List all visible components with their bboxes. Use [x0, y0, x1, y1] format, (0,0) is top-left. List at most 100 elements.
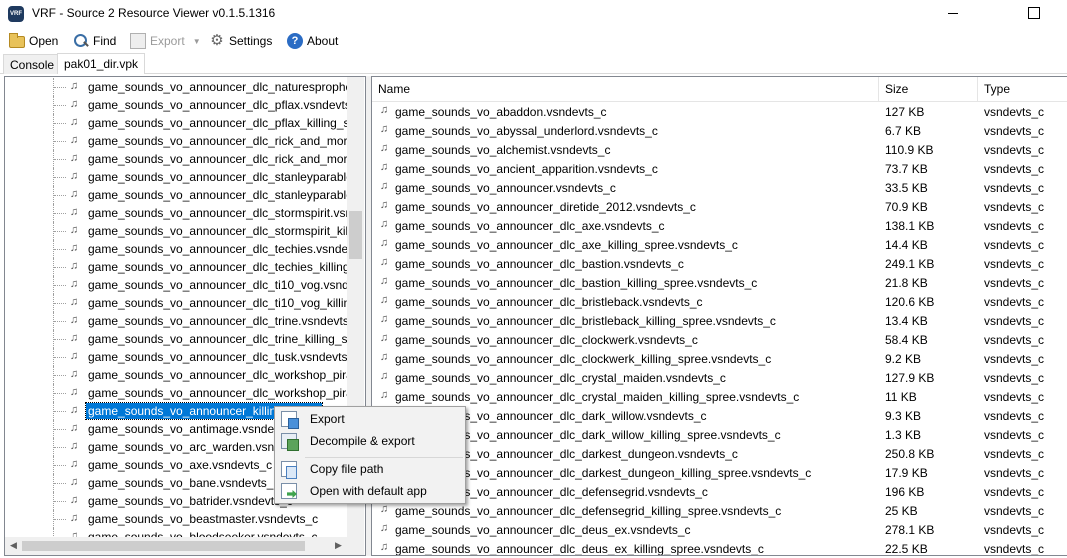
tree-item[interactable]: ♫ game_sounds_vo_announcer_dlc_stanleypar… — [5, 186, 360, 204]
list-row[interactable]: ♫ game_sounds_vo_abyssal_underlord.vsndev… — [372, 122, 1067, 141]
list-row[interactable]: ♫ game_sounds_vo_announcer_dlc_bastion.vs… — [372, 255, 1067, 274]
tree-guide-line — [53, 78, 66, 96]
list-row[interactable]: ♫game_sounds_vo_announcer_dlc_defensegri… — [372, 483, 1067, 502]
tree-hscroll-thumb[interactable] — [22, 541, 305, 551]
tree-item[interactable]: ♫ game_sounds_vo_announcer_dlc_stormspiri… — [5, 204, 358, 222]
file-list[interactable]: Name Size Type ♫ game_sounds_vo_abaddon.v… — [371, 76, 1067, 556]
music-note-icon: ♫ — [379, 541, 389, 553]
settings-button[interactable]: ⚙ Settings — [209, 31, 272, 51]
about-button[interactable]: ? About — [287, 31, 338, 51]
cell-type: vsndevts_c — [984, 523, 1045, 537]
folder-open-icon — [9, 33, 25, 48]
list-row[interactable]: ♫game_sounds_vo_announcer_dlc_defensegri… — [372, 502, 1067, 521]
cell-type: vsndevts_c — [984, 409, 1045, 423]
list-row[interactable]: ♫ game_sounds_vo_ancient_apparition.vsnde… — [372, 160, 1067, 179]
tree-item[interactable]: ♫ game_sounds_vo_announcer_dlc_ti10_vog_k… — [5, 294, 357, 312]
list-row[interactable]: ♫ game_sounds_vo_alchemist.vsndevts_c 110.… — [372, 141, 1067, 160]
cell-size: 127.9 KB — [885, 371, 935, 385]
tree-item[interactable]: ♫ game_sounds_vo_announcer_dlc_stormspiri… — [5, 222, 353, 240]
cell-size: 138.1 KB — [885, 219, 935, 233]
tree-horizontal-scrollbar[interactable]: ◀ ▶ — [5, 537, 347, 555]
tree-item[interactable]: ♫ game_sounds_vo_announcer_dlc_rick_and_m… — [5, 132, 357, 150]
toolbar: Open Find Export ▼ ⚙ Settings ? About — [0, 29, 1067, 52]
scroll-left-arrow-icon[interactable]: ◀ — [5, 537, 22, 554]
list-row[interactable]: ♫game_sounds_vo_announcer_dlc_dark_willo… — [372, 426, 1067, 445]
tree-item[interactable]: ♫ game_sounds_vo_announcer_dlc_pflax_kill… — [5, 114, 356, 132]
music-note-icon: ♫ — [69, 440, 79, 452]
menu-item-copy-file-path[interactable]: Copy file path — [277, 458, 463, 480]
list-row[interactable]: ♫ game_sounds_vo_announcer_dlc_bastion_ki… — [372, 274, 1067, 293]
list-row[interactable]: ♫ game_sounds_vo_announcer_dlc_deus_ex.vs… — [372, 521, 1067, 540]
music-note-icon: ♫ — [379, 123, 389, 135]
music-note-icon: ♫ — [69, 206, 79, 218]
tree-item-label: game_sounds_vo_announcer_dlc_workshop_pi… — [88, 386, 357, 400]
export-button[interactable]: Export ▼ — [130, 31, 201, 51]
tree-guide-line — [53, 96, 66, 114]
tab-console[interactable]: Console — [3, 54, 62, 74]
find-button[interactable]: Find — [73, 31, 116, 51]
tree-item[interactable]: ♫ game_sounds_vo_announcer_dlc_workshop_p… — [5, 366, 356, 384]
tree-item[interactable]: ♫ game_sounds_vo_announcer_dlc_trine_kill… — [5, 330, 358, 348]
tree-item[interactable]: ♫ game_sounds_vo_announcer_dlc_rick_and_m… — [5, 150, 357, 168]
menu-item-label: Export — [310, 412, 345, 426]
tree-item[interactable]: ♫ game_sounds_vo_announcer_dlc_trine.vsnd… — [5, 312, 362, 330]
list-row[interactable]: ♫ game_sounds_vo_announcer_dlc_bristlebac… — [372, 293, 1067, 312]
list-row[interactable]: ♫ game_sounds_vo_announcer.vsndevts_c 33.5… — [372, 179, 1067, 198]
tree-item-label: game_sounds_vo_axe.vsndevts_c — [88, 458, 273, 472]
tree-item[interactable]: ♫ game_sounds_vo_announcer_dlc_naturespro… — [5, 78, 356, 96]
open-button[interactable]: Open — [9, 31, 58, 51]
list-row[interactable]: ♫ game_sounds_vo_announcer_dlc_axe.vsndev… — [372, 217, 1067, 236]
cell-name: game_sounds_vo_alchemist.vsndevts_c — [395, 143, 611, 157]
cell-type: vsndevts_c — [984, 485, 1045, 499]
tree-item[interactable]: ♫ game_sounds_vo_announcer_dlc_techies_ki… — [5, 258, 362, 276]
tree-guide-line — [53, 420, 66, 438]
tree-item[interactable]: ♫ game_sounds_vo_announcer_dlc_tusk.vsnde… — [5, 348, 360, 366]
tree-item[interactable]: ♫ game_sounds_vo_announcer_dlc_workshop_p… — [5, 384, 356, 402]
tree-item[interactable]: ♫ game_sounds_vo_beastmaster.vsndevts_c — [5, 510, 349, 528]
list-row[interactable]: ♫ game_sounds_vo_announcer_dlc_deus_ex_ki… — [372, 540, 1067, 555]
menu-item-decompile-export[interactable]: Decompile & export — [277, 430, 463, 452]
list-row[interactable]: ♫ game_sounds_vo_announcer_diretide_2012.… — [372, 198, 1067, 217]
tree-vscroll-thumb[interactable] — [349, 211, 362, 259]
menu-item-export[interactable]: Export — [277, 408, 463, 430]
find-label: Find — [93, 34, 117, 48]
list-row[interactable]: ♫ game_sounds_vo_announcer_dlc_crystal_ma… — [372, 388, 1067, 407]
menu-item-open-default-app[interactable]: Open with default app — [277, 480, 463, 502]
list-row[interactable]: ♫ game_sounds_vo_announcer_dlc_clockwerk_… — [372, 350, 1067, 369]
cell-size: 70.9 KB — [885, 200, 928, 214]
tree-item[interactable]: ♫ game_sounds_vo_announcer_dlc_pflax.vsnd… — [5, 96, 358, 114]
cell-type: vsndevts_c — [984, 257, 1045, 271]
list-row[interactable]: ♫ game_sounds_vo_announcer_dlc_axe_killin… — [372, 236, 1067, 255]
search-icon — [73, 33, 89, 49]
tree-item-label: game_sounds_vo_announcer_dlc_stanleypara… — [88, 188, 360, 202]
cell-size: 127 KB — [885, 105, 925, 119]
music-note-icon: ♫ — [379, 218, 389, 230]
column-header-size[interactable]: Size — [879, 77, 978, 102]
tab-vpk[interactable]: pak01_dir.vpk — [57, 53, 146, 74]
scroll-right-arrow-icon[interactable]: ▶ — [330, 537, 347, 554]
cell-size: 250.8 KB — [885, 447, 935, 461]
music-note-icon: ♫ — [379, 332, 389, 344]
minimize-button[interactable] — [930, 0, 976, 28]
about-label: About — [307, 34, 339, 48]
list-row[interactable]: ♫game_sounds_vo_announcer_dlc_darkest_du… — [372, 445, 1067, 464]
column-header-type[interactable]: Type — [978, 77, 1067, 102]
music-note-icon: ♫ — [69, 350, 79, 362]
music-note-icon: ♫ — [379, 370, 389, 382]
list-row[interactable]: ♫ game_sounds_vo_announcer_dlc_crystal_ma… — [372, 369, 1067, 388]
list-row[interactable]: ♫ game_sounds_vo_abaddon.vsndevts_c 127 KB… — [372, 103, 1067, 122]
list-row[interactable]: ♫ game_sounds_vo_announcer_dlc_bristlebac… — [372, 312, 1067, 331]
list-row[interactable]: ♫game_sounds_vo_announcer_dlc_darkest_du… — [372, 464, 1067, 483]
tree-item[interactable]: ♫ game_sounds_vo_announcer_dlc_ti10_vog.v… — [5, 276, 362, 294]
music-note-icon: ♫ — [69, 242, 79, 254]
maximize-button[interactable] — [1007, 0, 1053, 28]
cell-name: game_sounds_vo_announcer_dlc_bastion.vsn… — [395, 257, 684, 271]
tree-item[interactable]: ♫ game_sounds_vo_announcer_dlc_stanleypar… — [5, 168, 362, 186]
tree-item[interactable]: ♫ game_sounds_vo_announcer_dlc_techies.vs… — [5, 240, 358, 258]
cell-type: vsndevts_c — [984, 371, 1045, 385]
list-row[interactable]: ♫ game_sounds_vo_announcer_dlc_clockwerk.… — [372, 331, 1067, 350]
tree-guide-line — [53, 348, 66, 366]
tree-guide-line — [53, 366, 66, 384]
list-row[interactable]: ♫game_sounds_vo_announcer_dlc_dark_willo… — [372, 407, 1067, 426]
column-header-name[interactable]: Name — [372, 77, 879, 102]
